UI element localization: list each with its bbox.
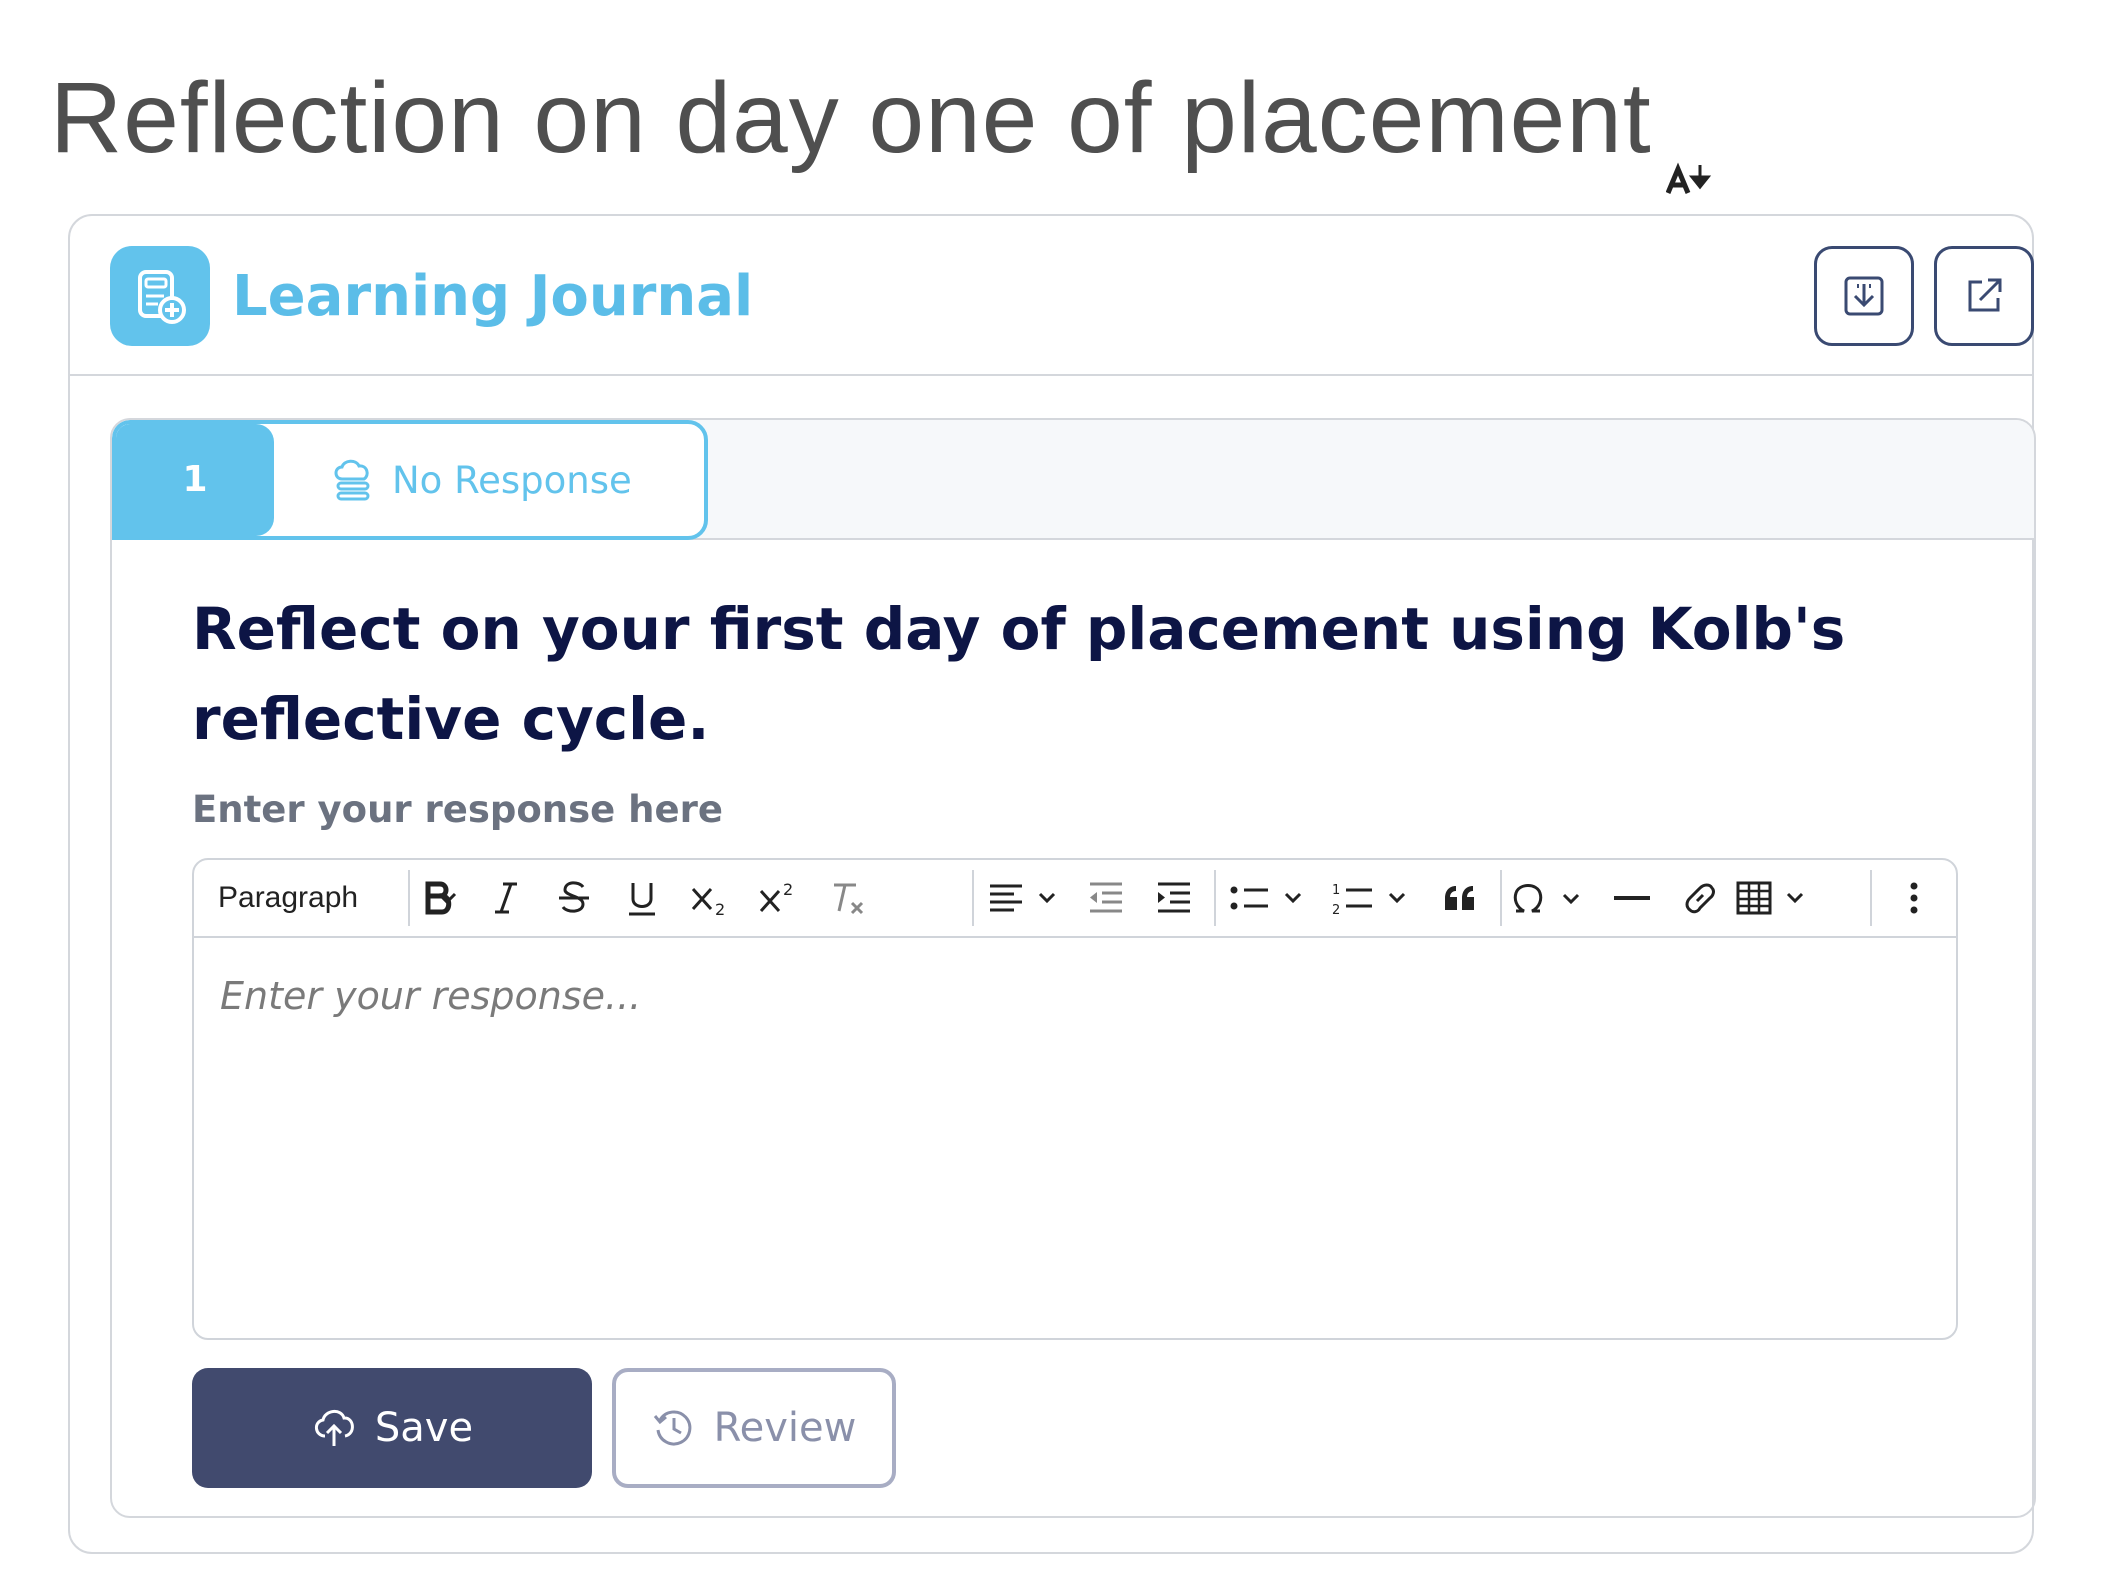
svg-text:2: 2 <box>1332 903 1340 916</box>
rich-text-editor: Paragraph 2 2 1 2 Enter your response... <box>192 858 1958 1340</box>
format-select-value: Paragraph <box>218 881 359 914</box>
response-status: No Response <box>332 424 632 536</box>
bold-icon <box>425 881 452 915</box>
underline-icon <box>629 883 655 916</box>
learning-journal-card: Learning Journal 1 No Response Reflect o… <box>68 214 2036 1554</box>
subscript-button[interactable]: 2 <box>684 872 736 924</box>
response-input[interactable]: Enter your response... <box>194 938 1956 1338</box>
quote-icon <box>1445 886 1474 910</box>
strikethrough-icon <box>559 881 589 913</box>
horizontal-line-icon <box>1614 896 1650 900</box>
review-label: Review <box>713 1405 857 1451</box>
status-text: No Response <box>392 458 632 502</box>
omega-icon <box>1513 884 1580 913</box>
cloud-status-icon <box>334 459 370 501</box>
clear-format-button[interactable] <box>820 872 872 924</box>
question-panel: 1 No Response Reflect on your first day … <box>110 418 2036 1518</box>
outdent-button[interactable] <box>1080 872 1132 924</box>
question-tab[interactable]: 1 No Response <box>112 420 708 540</box>
text-size-icon[interactable] <box>1665 105 1712 194</box>
save-label: Save <box>374 1405 474 1451</box>
strikethrough-button[interactable] <box>548 872 600 924</box>
special-characters-button[interactable] <box>1510 872 1590 924</box>
download-icon <box>1844 276 1884 316</box>
response-label: Enter your response here <box>192 788 723 831</box>
alignment-button[interactable] <box>984 872 1064 924</box>
numbered-list-button[interactable]: 12 <box>1332 872 1412 924</box>
cloud-upload-icon <box>314 1410 354 1446</box>
page-title: Reflection on day one of placement <box>50 58 1712 194</box>
bulleted-list-button[interactable] <box>1228 872 1308 924</box>
toolbar-separator <box>972 870 974 926</box>
question-number: 1 <box>116 424 274 536</box>
bold-button[interactable] <box>412 872 464 924</box>
subscript-icon: 2 <box>691 887 725 917</box>
blockquote-button[interactable] <box>1434 872 1486 924</box>
toolbar-separator <box>1500 870 1502 926</box>
svg-text:1: 1 <box>1332 883 1340 898</box>
toolbar-separator <box>1214 870 1216 926</box>
bulleted-list-icon <box>1230 886 1302 910</box>
card-title: Learning Journal <box>232 264 754 329</box>
italic-button[interactable] <box>480 872 532 924</box>
editor-toolbar: Paragraph 2 2 1 2 <box>194 860 1956 938</box>
link-button[interactable] <box>1674 872 1726 924</box>
indent-icon <box>1158 882 1190 913</box>
underline-button[interactable] <box>616 872 668 924</box>
open-external-button[interactable] <box>1934 246 2034 346</box>
svg-text:2: 2 <box>783 880 793 899</box>
external-link-icon <box>1968 278 2002 312</box>
history-icon <box>653 1410 692 1446</box>
outdent-icon <box>1090 882 1122 913</box>
page-title-text: Reflection on day one of placement <box>50 62 1652 174</box>
insert-table-button[interactable] <box>1734 872 1814 924</box>
toolbar-separator <box>1870 870 1872 926</box>
svg-text:2: 2 <box>715 900 725 917</box>
question-tab-strip: 1 No Response <box>112 420 2034 540</box>
card-header: Learning Journal <box>70 216 2034 376</box>
clear-format-icon <box>834 883 864 915</box>
horizontal-line-button[interactable] <box>1606 872 1658 924</box>
more-options-button[interactable] <box>1888 872 1940 924</box>
superscript-button[interactable]: 2 <box>752 872 804 924</box>
table-icon <box>1736 881 1804 915</box>
review-button[interactable]: Review <box>612 1368 896 1488</box>
indent-button[interactable] <box>1148 872 1200 924</box>
toolbar-separator <box>408 870 410 926</box>
link-icon <box>1685 883 1715 914</box>
more-vertical-icon <box>1910 882 1918 914</box>
response-placeholder: Enter your response... <box>220 974 642 1018</box>
save-button[interactable]: Save <box>192 1368 592 1488</box>
numbered-list-icon: 12 <box>1332 883 1406 916</box>
superscript-icon: 2 <box>759 880 793 913</box>
journal-logo-icon <box>110 246 210 346</box>
align-left-icon <box>990 884 1056 912</box>
italic-icon <box>495 882 517 914</box>
download-button[interactable] <box>1814 246 1914 346</box>
question-text: Reflect on your first day of placement u… <box>192 595 1846 753</box>
